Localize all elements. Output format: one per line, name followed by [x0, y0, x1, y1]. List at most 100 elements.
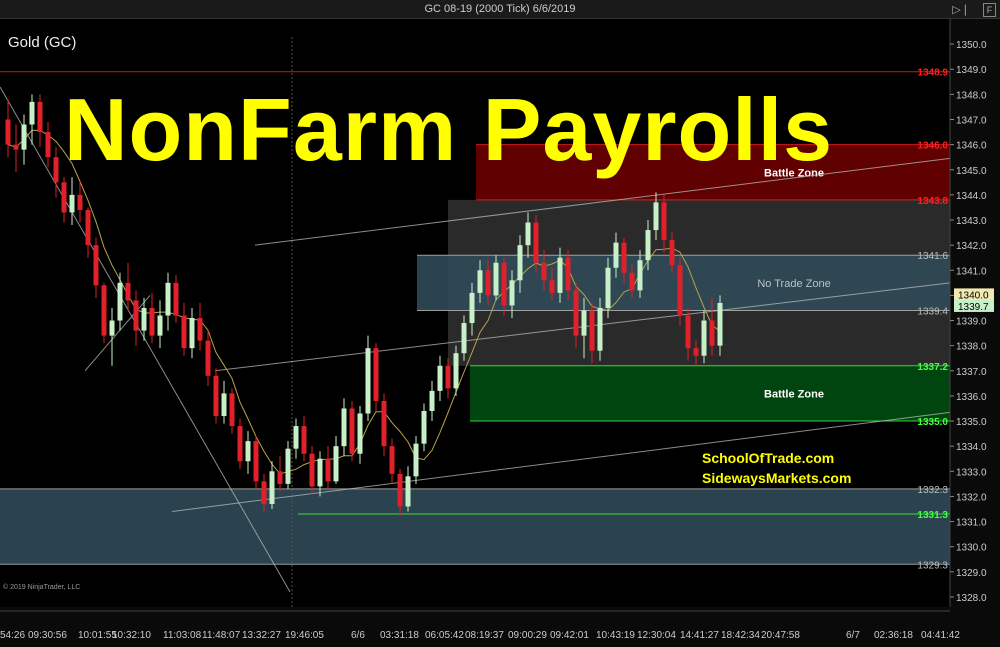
candle [37, 94, 43, 148]
candle-body [669, 240, 675, 266]
candle-body [589, 310, 595, 351]
candle [117, 272, 123, 331]
price-tick-label: 1332.0 [956, 492, 987, 503]
window-title-bar: GC 08-19 (2000 Tick) 6/6/2019 ▷❘ F [0, 0, 1000, 19]
candle-body [205, 340, 211, 376]
price-tick-label: 1343.0 [956, 216, 987, 227]
candle-body [325, 458, 331, 482]
candle-body [461, 323, 467, 354]
candle [101, 282, 107, 344]
candle [149, 292, 155, 344]
candle [93, 237, 99, 298]
candle-body [381, 400, 387, 447]
candle-body [605, 267, 611, 308]
candle [365, 335, 371, 422]
last-price-label: 1340.0 [958, 290, 989, 301]
candle-body [645, 230, 651, 261]
candle-body [181, 315, 187, 349]
price-tick-label: 1338.0 [956, 342, 987, 353]
candle [301, 416, 307, 462]
candle-body [173, 282, 179, 316]
candle-body [413, 443, 419, 477]
time-tick-label: 19:46:05 [285, 630, 324, 641]
candle-body [389, 446, 395, 474]
candle [213, 368, 219, 424]
price-tick-label: 1346.0 [956, 141, 987, 152]
level-label: 1339.4 [917, 306, 948, 317]
candle [453, 345, 459, 396]
candle [173, 275, 179, 324]
candle-body [69, 194, 75, 213]
price-tick-label: 1334.0 [956, 442, 987, 453]
price-tick-label: 1331.0 [956, 518, 987, 529]
candle [53, 147, 59, 198]
candle-body [661, 202, 667, 241]
candle [421, 403, 427, 452]
candle-body [109, 320, 115, 336]
headline-text: NonFarm Payrolls [64, 80, 834, 179]
candle-body [277, 471, 283, 484]
candle-body [565, 257, 571, 291]
candle [293, 418, 299, 459]
copyright-text: © 2019 NinjaTrader, LLC [3, 584, 81, 591]
candle-body [253, 441, 259, 482]
candle-body [301, 426, 307, 454]
candle-body [421, 410, 427, 444]
candle-body [141, 307, 147, 331]
candle [5, 99, 11, 158]
candle [381, 393, 387, 457]
level-label: 1331.3 [917, 510, 948, 521]
price-tick-label: 1341.0 [956, 266, 987, 277]
zone-label: No Trade Zone [757, 278, 830, 290]
collapse-icon[interactable]: ▷❘ [952, 1, 970, 19]
candle-body [629, 272, 635, 291]
time-tick-label: 6/7 [846, 630, 860, 641]
candle-body [485, 270, 491, 296]
time-tick-label: 20:47:58 [761, 630, 800, 641]
time-tick-label: 13:32:27 [242, 630, 281, 641]
candle-body [149, 307, 155, 336]
price-tick-label: 1337.0 [956, 367, 987, 378]
candle-body [405, 476, 411, 507]
candle-body [261, 481, 267, 504]
candle-body [709, 320, 715, 346]
price-tick-label: 1328.0 [956, 593, 987, 604]
candle-body [365, 348, 371, 414]
candle [429, 380, 435, 422]
candle [205, 330, 211, 386]
candle-body [13, 144, 19, 150]
f-box-icon[interactable]: F [983, 3, 996, 17]
candle [165, 272, 171, 331]
candle-body [533, 222, 539, 263]
candle-body [101, 285, 107, 336]
candle-body [197, 318, 203, 341]
candle [285, 441, 291, 489]
candle-body [157, 315, 163, 336]
candle-body [637, 260, 643, 291]
time-tick-label: 02:36:18 [874, 630, 913, 641]
candle [229, 388, 235, 434]
candle [45, 122, 51, 168]
candle [677, 257, 683, 326]
candle [341, 398, 347, 457]
candle-body [429, 390, 435, 411]
candle-body [373, 348, 379, 401]
candle [221, 380, 227, 424]
candle [413, 436, 419, 484]
candle [277, 456, 283, 492]
time-tick-label: 6/6 [351, 630, 365, 641]
candle [61, 177, 67, 223]
candle-body [189, 318, 195, 349]
candle [269, 461, 275, 509]
candle [349, 400, 355, 462]
price-tick-label: 1336.0 [956, 392, 987, 403]
candle-body [693, 348, 699, 356]
time-tick-label: 11:48:07 [202, 630, 241, 641]
candle [133, 290, 139, 346]
instrument-label: Gold (GC) [8, 34, 77, 51]
candle [437, 355, 443, 401]
candle [325, 446, 331, 489]
level-label: 1332.3 [917, 485, 948, 496]
level-label: 1346.0 [917, 141, 948, 152]
candle-body [453, 353, 459, 389]
